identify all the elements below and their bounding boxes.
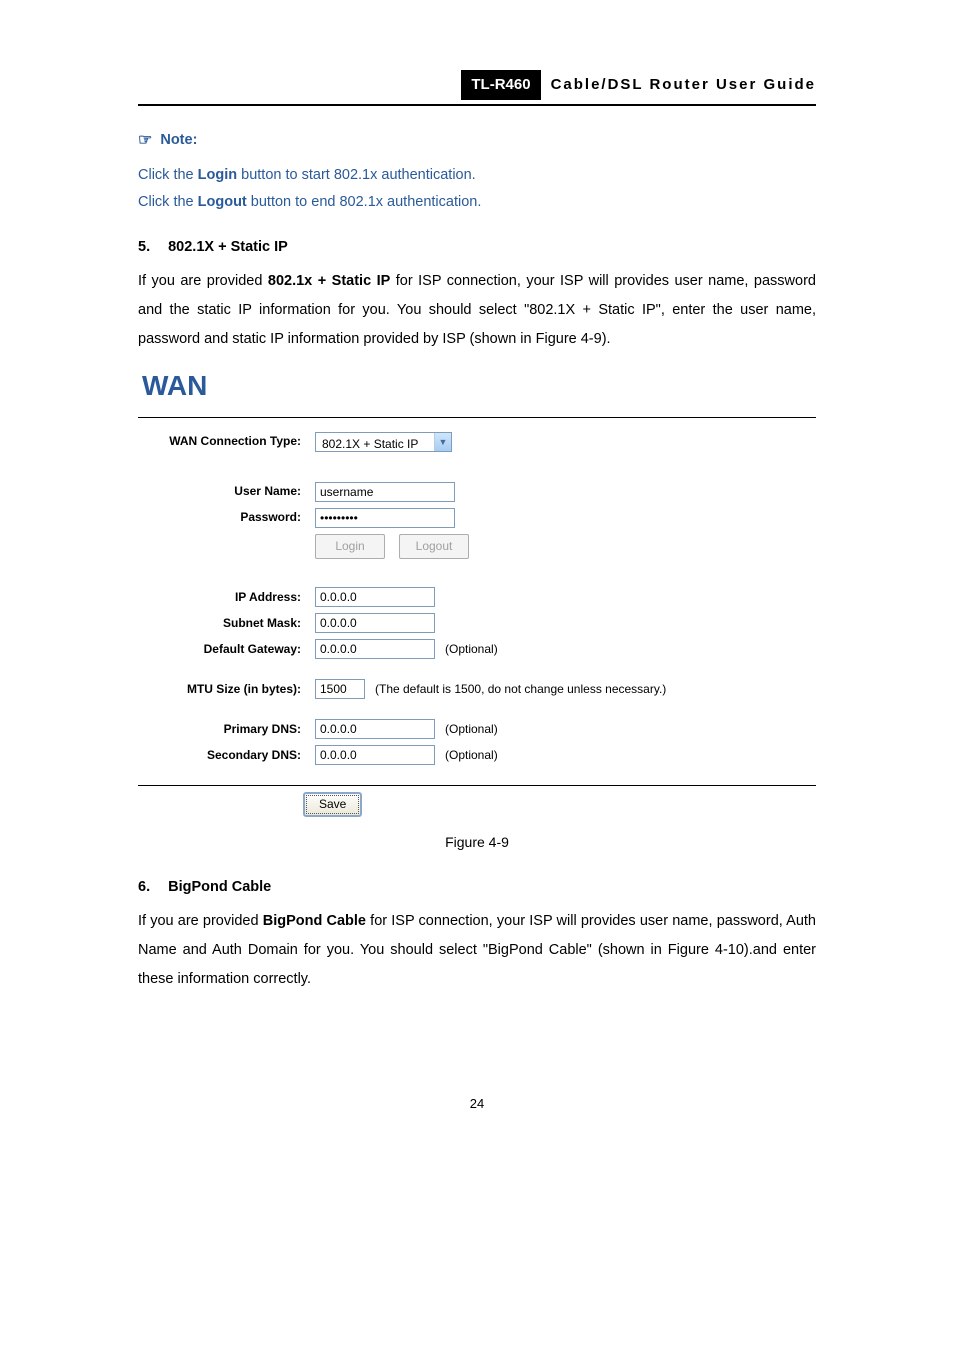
- note-label: Note:: [160, 129, 197, 152]
- save-button[interactable]: Save: [303, 792, 362, 817]
- login-word: Login: [198, 167, 237, 183]
- model-badge: TL-R460: [461, 70, 540, 100]
- figure-caption: Figure 4-9: [138, 831, 816, 853]
- subnet-label: Subnet Mask:: [150, 614, 315, 633]
- text: Click the: [138, 194, 198, 210]
- ip-label: IP Address:: [150, 588, 315, 607]
- row-primary-dns: Primary DNS: (Optional): [150, 719, 804, 739]
- text: button to start 802.1x authentication.: [237, 167, 476, 183]
- save-row: Save: [138, 792, 816, 817]
- gateway-optional: (Optional): [445, 640, 498, 659]
- mtu-label: MTU Size (in bytes):: [150, 680, 315, 699]
- row-mtu: MTU Size (in bytes): (The default is 150…: [150, 679, 804, 699]
- conn-type-label: WAN Connection Type:: [150, 432, 315, 451]
- hand-pointing-icon: ☞: [138, 128, 152, 154]
- wan-figure: WAN WAN Connection Type: 802.1X + Static…: [138, 364, 816, 817]
- text: If you are provided: [138, 913, 263, 929]
- username-label: User Name:: [150, 482, 315, 501]
- logout-button[interactable]: Logout: [399, 534, 469, 559]
- auth-buttons: Login Logout: [150, 534, 804, 559]
- primary-dns-label: Primary DNS:: [150, 720, 315, 739]
- text: Click the: [138, 167, 198, 183]
- conn-type-value: 802.1X + Static IP: [316, 433, 434, 451]
- row-secondary-dns: Secondary DNS: (Optional): [150, 745, 804, 765]
- note-line-1: Click the Login button to start 802.1x a…: [138, 164, 816, 187]
- text-bold: 802.1x + Static IP: [268, 273, 390, 289]
- text-bold: BigPond Cable: [263, 913, 366, 929]
- login-button[interactable]: Login: [315, 534, 385, 559]
- row-password: Password:: [150, 508, 804, 528]
- secondary-dns-optional: (Optional): [445, 746, 498, 765]
- logout-word: Logout: [198, 194, 247, 210]
- section-6-body: If you are provided BigPond Cable for IS…: [138, 907, 816, 994]
- row-conn-type: WAN Connection Type: 802.1X + Static IP …: [150, 432, 804, 452]
- secondary-dns-input[interactable]: [315, 745, 435, 765]
- section-title: BigPond Cable: [168, 876, 271, 899]
- page-number: 24: [138, 1094, 816, 1115]
- row-subnet: Subnet Mask:: [150, 613, 804, 633]
- chevron-down-icon[interactable]: ▼: [434, 433, 451, 451]
- section-number: 5.: [138, 236, 150, 259]
- secondary-dns-label: Secondary DNS:: [150, 746, 315, 765]
- password-label: Password:: [150, 508, 315, 527]
- section-5-heading: 5. 802.1X + Static IP: [138, 236, 816, 259]
- primary-dns-input[interactable]: [315, 719, 435, 739]
- section-title: 802.1X + Static IP: [168, 236, 288, 259]
- conn-type-select[interactable]: 802.1X + Static IP ▼: [315, 432, 452, 452]
- text: button to end 802.1x authentication.: [247, 194, 482, 210]
- note-line-2: Click the Logout button to end 802.1x au…: [138, 191, 816, 214]
- doc-title: Cable/DSL Router User Guide: [551, 73, 816, 97]
- page-header: TL-R460 Cable/DSL Router User Guide: [138, 70, 816, 106]
- gateway-label: Default Gateway:: [150, 640, 315, 659]
- ip-input[interactable]: [315, 587, 435, 607]
- section-number: 6.: [138, 876, 150, 899]
- text: If you are provided: [138, 273, 268, 289]
- row-ip: IP Address:: [150, 587, 804, 607]
- subnet-input[interactable]: [315, 613, 435, 633]
- mtu-input[interactable]: [315, 679, 365, 699]
- note-heading: ☞ Note:: [138, 128, 816, 154]
- primary-dns-optional: (Optional): [445, 720, 498, 739]
- gateway-input[interactable]: [315, 639, 435, 659]
- wan-panel: WAN Connection Type: 802.1X + Static IP …: [138, 417, 816, 786]
- mtu-hint: (The default is 1500, do not change unle…: [375, 680, 666, 699]
- wan-title: WAN: [138, 364, 816, 409]
- section-5-body: If you are provided 802.1x + Static IP f…: [138, 267, 816, 354]
- row-gateway: Default Gateway: (Optional): [150, 639, 804, 659]
- section-6-heading: 6. BigPond Cable: [138, 876, 816, 899]
- password-input[interactable]: [315, 508, 455, 528]
- row-username: User Name:: [150, 482, 804, 502]
- username-input[interactable]: [315, 482, 455, 502]
